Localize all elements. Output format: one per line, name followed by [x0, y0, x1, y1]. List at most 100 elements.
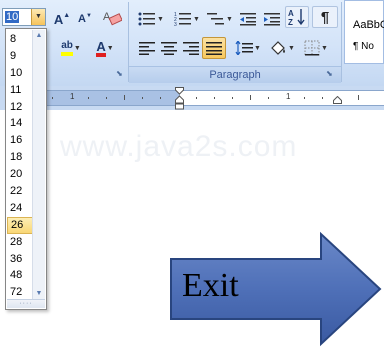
shrink-font-button[interactable]: A ▼: [74, 8, 96, 30]
svg-text:3: 3: [174, 22, 177, 26]
paragraph-dialog-launcher-icon[interactable]: ⬊: [326, 70, 334, 78]
ruler-tick: [52, 97, 53, 99]
font-size-option[interactable]: 14: [7, 115, 35, 132]
justify-icon: [206, 41, 222, 55]
svg-text:Z: Z: [288, 18, 293, 26]
scroll-up-icon[interactable]: ▲: [33, 30, 45, 42]
font-color-icon: A: [96, 40, 106, 57]
paint-bucket-icon: [271, 41, 286, 55]
sort-button[interactable]: A Z: [285, 6, 309, 28]
ruler-left-margin: [40, 91, 180, 105]
font-color-dropdown-icon[interactable]: ▼: [107, 45, 114, 52]
ruler-tick: [124, 95, 125, 100]
font-size-option[interactable]: 8: [7, 31, 35, 48]
multilevel-list-button[interactable]: ▼: [204, 8, 236, 30]
font-size-option[interactable]: 48: [7, 267, 35, 284]
clear-formatting-button[interactable]: A: [100, 6, 124, 28]
indent-marker-icon[interactable]: [175, 87, 184, 111]
font-size-option[interactable]: 26: [7, 216, 35, 234]
shrink-font-icon: A: [78, 13, 86, 25]
ruler-tick: [304, 97, 305, 99]
line-spacing-dropdown-icon[interactable]: ▼: [254, 45, 261, 52]
shrink-font-down-icon: ▼: [86, 12, 92, 19]
font-color-button[interactable]: A ▼: [90, 37, 120, 59]
font-size-value[interactable]: 10: [5, 11, 20, 23]
grow-font-icon: A: [53, 11, 64, 27]
ruler-tick: [322, 97, 323, 99]
bullets-dropdown-icon[interactable]: ▼: [157, 16, 164, 23]
text-highlight-button[interactable]: ab ▼: [56, 37, 86, 59]
font-size-dropdown-list[interactable]: 8 9 10 11 12 14 16 18 20 22 24 26 28 36 48 72 ▲ ▼ ····: [5, 28, 47, 310]
style-sample-text: AaBbCc: [353, 19, 384, 31]
dropdown-scrollbar[interactable]: ▲ ▼: [32, 30, 45, 300]
line-spacing-icon: [235, 41, 254, 55]
font-size-option[interactable]: 18: [7, 149, 35, 166]
font-size-option[interactable]: 24: [7, 200, 35, 217]
font-size-option[interactable]: 11: [7, 82, 35, 99]
numbering-dropdown-icon[interactable]: ▼: [193, 16, 200, 23]
decrease-indent-button[interactable]: [236, 8, 260, 30]
font-size-option[interactable]: 36: [7, 251, 35, 268]
font-size-option[interactable]: 9: [7, 48, 35, 65]
numbering-icon: 1 2 3: [174, 12, 192, 26]
align-center-button[interactable]: [158, 37, 180, 59]
ruler-tick: [160, 97, 161, 99]
font-size-combobox[interactable]: 10 ▼: [2, 8, 46, 26]
align-left-button[interactable]: [136, 37, 158, 59]
ruler-tick: [268, 97, 269, 99]
bullets-button[interactable]: ▼: [134, 8, 168, 30]
ruler-tick: [250, 95, 251, 100]
ruler-tick: [106, 97, 107, 99]
align-right-icon: [183, 41, 199, 55]
font-size-option[interactable]: 12: [7, 99, 35, 116]
shading-dropdown-icon[interactable]: ▼: [288, 45, 295, 52]
font-size-option[interactable]: 10: [7, 65, 35, 82]
multilevel-list-dropdown-icon[interactable]: ▼: [226, 16, 233, 23]
borders-button[interactable]: ▼: [300, 37, 332, 59]
ruler-tick: [142, 97, 143, 99]
shading-button[interactable]: ▼: [266, 37, 298, 59]
font-size-options: 8 9 10 11 12 14 16 18 20 22 24 26 28 36 48 72: [7, 31, 35, 301]
align-right-button[interactable]: [180, 37, 202, 59]
ruler-tick: [214, 97, 215, 99]
numbering-button[interactable]: 1 2 3 ▼: [170, 8, 204, 30]
justify-button[interactable]: [202, 37, 226, 59]
align-left-icon: [139, 41, 155, 55]
pilcrow-icon: ¶: [320, 8, 330, 26]
highlight-dropdown-icon[interactable]: ▼: [74, 45, 81, 52]
ribbon: 10 ▼ A ▲ A ▼ A ab ▼ A ▼ ⬊ ▼ 1 2 3 ▼ ▼ A …: [0, 0, 384, 87]
font-dialog-launcher-icon[interactable]: ⬊: [116, 70, 124, 78]
align-center-icon: [161, 41, 177, 55]
decrease-indent-icon: [240, 13, 256, 26]
bullets-icon: [138, 12, 156, 26]
font-size-dropdown-icon[interactable]: ▼: [31, 9, 45, 25]
style-name-label: ¶ No: [353, 41, 374, 52]
ruler-tick: [88, 97, 89, 99]
sort-az-icon: A Z: [288, 9, 305, 26]
resize-grip-icon[interactable]: ····: [7, 299, 45, 308]
grow-font-up-icon: ▲: [63, 12, 71, 19]
multilevel-list-icon: [207, 13, 225, 25]
line-spacing-button[interactable]: ▼: [232, 37, 264, 59]
ruler-number: 1: [286, 92, 291, 101]
increase-indent-button[interactable]: [260, 8, 284, 30]
ruler-tick: [232, 97, 233, 99]
borders-icon: [304, 40, 320, 56]
font-size-option[interactable]: 28: [7, 234, 35, 251]
ruler-tick: [358, 95, 359, 100]
font-size-option[interactable]: 20: [7, 166, 35, 183]
show-hide-marks-button[interactable]: ¶: [312, 6, 338, 28]
group-separator: [341, 2, 342, 82]
watermark-text: www.java2s.com: [60, 130, 298, 163]
font-size-option[interactable]: 22: [7, 183, 35, 200]
borders-dropdown-icon[interactable]: ▼: [321, 45, 328, 52]
ruler-number: 1: [70, 92, 75, 101]
ruler-tick: [196, 97, 197, 99]
svg-text:A: A: [103, 11, 111, 23]
grow-font-button[interactable]: A ▲: [51, 8, 73, 30]
exit-shape-text[interactable]: Exit: [182, 266, 239, 306]
right-indent-marker-icon[interactable]: [333, 96, 342, 104]
font-size-option[interactable]: 16: [7, 132, 35, 149]
highlight-icon: ab: [61, 40, 73, 56]
quick-style-normal[interactable]: AaBbCc ¶ No: [344, 0, 384, 64]
